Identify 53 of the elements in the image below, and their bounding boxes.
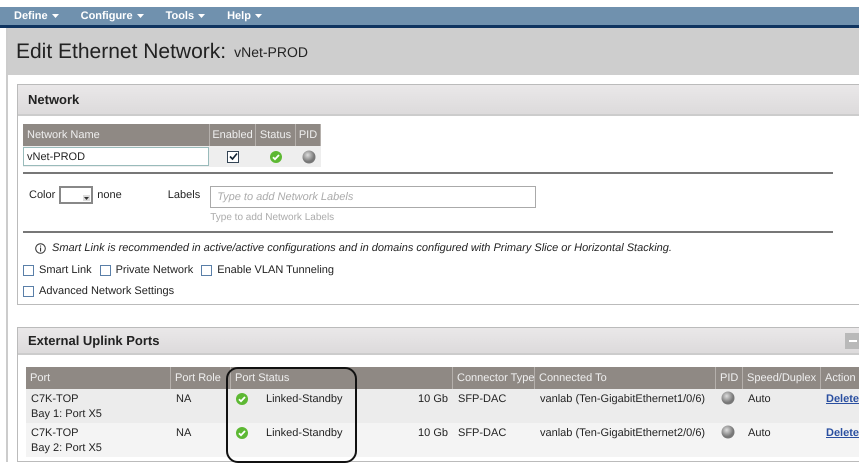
- caret-icon: [136, 14, 144, 18]
- port-name: C7K-TOP: [31, 393, 78, 405]
- port-status: Linked-Standby: [266, 393, 342, 405]
- caret-icon: [254, 14, 262, 18]
- connected-to: vanlab (Ten-GigabitEthernet2/0/6): [540, 427, 706, 439]
- column-header: Port Status: [231, 367, 453, 389]
- labels-field[interactable]: Type to add Network Labels: [210, 186, 536, 208]
- bay-port: Bay 2: Port X5: [31, 442, 102, 454]
- minus-icon: [849, 340, 857, 342]
- connector-type: SFP-DAC: [458, 427, 506, 439]
- column-header: Action: [821, 367, 859, 389]
- column-header: PID: [296, 124, 321, 146]
- checkbox[interactable]: Advanced Network Settings: [23, 285, 174, 297]
- dropdown-arrow-icon: [83, 195, 90, 201]
- column-header: Connected To: [535, 367, 716, 389]
- caret-icon: [52, 14, 59, 18]
- port-role: NA: [176, 393, 192, 405]
- connected-to: vanlab (Ten-GigabitEthernet1/0/6): [540, 393, 706, 405]
- column-header: Port Role: [171, 367, 231, 389]
- labels-hint: Type to add Network Labels: [210, 212, 336, 223]
- port-role: NA: [176, 427, 192, 439]
- panel-title: Network: [28, 92, 80, 107]
- color-value: none: [97, 189, 122, 201]
- caret-icon: [198, 14, 206, 18]
- column-header: Port: [26, 367, 171, 389]
- info-icon: [35, 242, 46, 254]
- column-header: Enabled: [210, 124, 256, 146]
- bay-port: Bay 1: Port X5: [31, 408, 102, 420]
- network-name-title: vNet-PROD: [234, 44, 308, 60]
- checkbox[interactable]: Private Network: [100, 264, 194, 276]
- page-title: Edit Ethernet Network:: [16, 40, 226, 64]
- column-header: Speed/Duplex: [743, 367, 821, 389]
- checkbox[interactable]: Smart Link: [23, 264, 92, 276]
- labels-label: Labels: [168, 189, 200, 201]
- column-header: Connector Type: [453, 367, 535, 389]
- network-name-field[interactable]: vNet-PROD: [23, 147, 209, 166]
- collapse-button[interactable]: [845, 332, 859, 348]
- column-header: Status: [256, 124, 296, 146]
- port-status: Linked-Standby: [266, 427, 342, 439]
- info-message: Smart Link is recommended in active/active configurations and in domains configured with Primary Slice or Horizontal Stacking.: [52, 242, 672, 254]
- color-label: Color: [29, 189, 56, 201]
- port-speed: 10 Gb: [418, 393, 448, 405]
- checkbox[interactable]: Enable VLAN Tunneling: [201, 264, 334, 276]
- speed-duplex: Auto: [748, 427, 771, 439]
- enabled-checkbox[interactable]: [227, 150, 239, 162]
- column-header: PID: [716, 367, 743, 389]
- port-speed: 10 Gb: [418, 427, 448, 439]
- speed-duplex: Auto: [748, 393, 771, 405]
- column-header: Network Name: [23, 124, 210, 146]
- color-dropdown[interactable]: [59, 186, 94, 204]
- connector-type: SFP-DAC: [458, 393, 506, 405]
- port-name: C7K-TOP: [31, 427, 78, 439]
- panel-title: External Uplink Ports: [28, 333, 160, 348]
